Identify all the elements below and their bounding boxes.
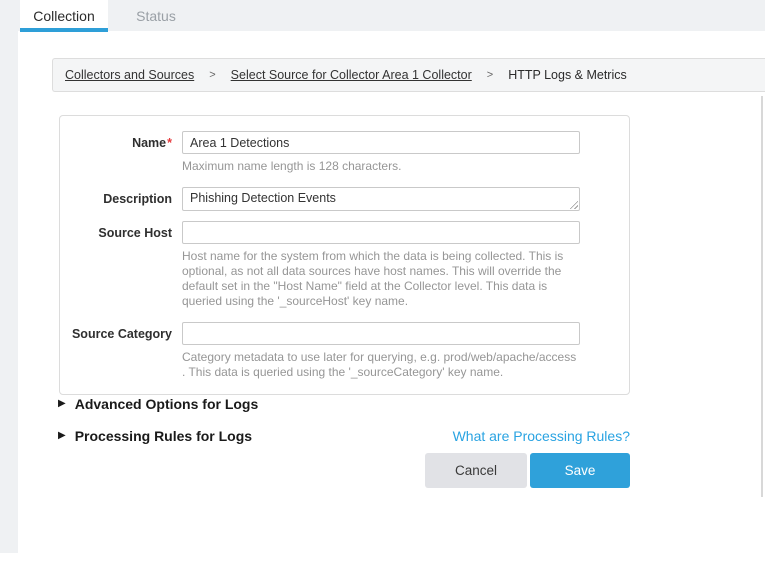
description-textarea[interactable] — [182, 187, 580, 211]
advanced-options-title: Advanced Options for Logs — [75, 396, 259, 412]
source-host-helper-text: Host name for the system from which the … — [182, 249, 580, 309]
source-host-input[interactable] — [182, 221, 580, 244]
required-asterisk: * — [167, 136, 172, 150]
source-host-row: Source Host Host name for the system fro… — [60, 221, 629, 309]
source-category-input[interactable] — [182, 322, 580, 345]
advanced-options-section-toggle[interactable]: ▶ Advanced Options for Logs — [58, 396, 258, 412]
name-label: Name* — [60, 131, 172, 174]
processing-rules-title: Processing Rules for Logs — [75, 428, 252, 444]
description-row: Description — [60, 187, 629, 211]
name-helper-text: Maximum name length is 128 characters. — [182, 159, 580, 174]
tab-status-label: Status — [136, 8, 176, 24]
breadcrumb-collectors-and-sources[interactable]: Collectors and Sources — [65, 68, 194, 82]
tab-strip: Collection Status — [0, 0, 765, 31]
form-button-bar: Cancel Save — [0, 453, 630, 488]
breadcrumb: Collectors and Sources > Select Source f… — [52, 58, 765, 92]
save-button[interactable]: Save — [530, 453, 630, 488]
what-are-processing-rules-link[interactable]: What are Processing Rules? — [453, 428, 630, 444]
breadcrumb-separator-icon: > — [209, 69, 215, 81]
breadcrumb-select-source[interactable]: Select Source for Collector Area 1 Colle… — [231, 68, 472, 82]
cancel-button[interactable]: Cancel — [425, 453, 527, 488]
collapsed-triangle-icon: ▶ — [58, 399, 66, 409]
source-category-label: Source Category — [60, 322, 172, 380]
name-row: Name* Maximum name length is 128 charact… — [60, 131, 629, 174]
source-host-label: Source Host — [60, 221, 172, 309]
scrollbar[interactable] — [761, 96, 763, 497]
tab-collection[interactable]: Collection — [20, 0, 108, 31]
breadcrumb-separator-icon: > — [487, 69, 493, 81]
tab-status[interactable]: Status — [122, 0, 190, 31]
tab-collection-label: Collection — [33, 8, 94, 24]
active-tab-underline — [20, 28, 108, 32]
collapsed-triangle-icon: ▶ — [58, 431, 66, 441]
processing-rules-section-toggle[interactable]: ▶ Processing Rules for Logs — [58, 428, 252, 444]
description-label: Description — [60, 187, 172, 211]
source-config-form: Name* Maximum name length is 128 charact… — [59, 115, 630, 395]
name-input[interactable] — [182, 131, 580, 154]
processing-rules-row: ▶ Processing Rules for Logs What are Pro… — [58, 428, 630, 444]
source-category-helper-text: Category metadata to use later for query… — [182, 350, 580, 380]
source-category-row: Source Category Category metadata to use… — [60, 322, 629, 380]
breadcrumb-current-page: HTTP Logs & Metrics — [508, 68, 627, 82]
